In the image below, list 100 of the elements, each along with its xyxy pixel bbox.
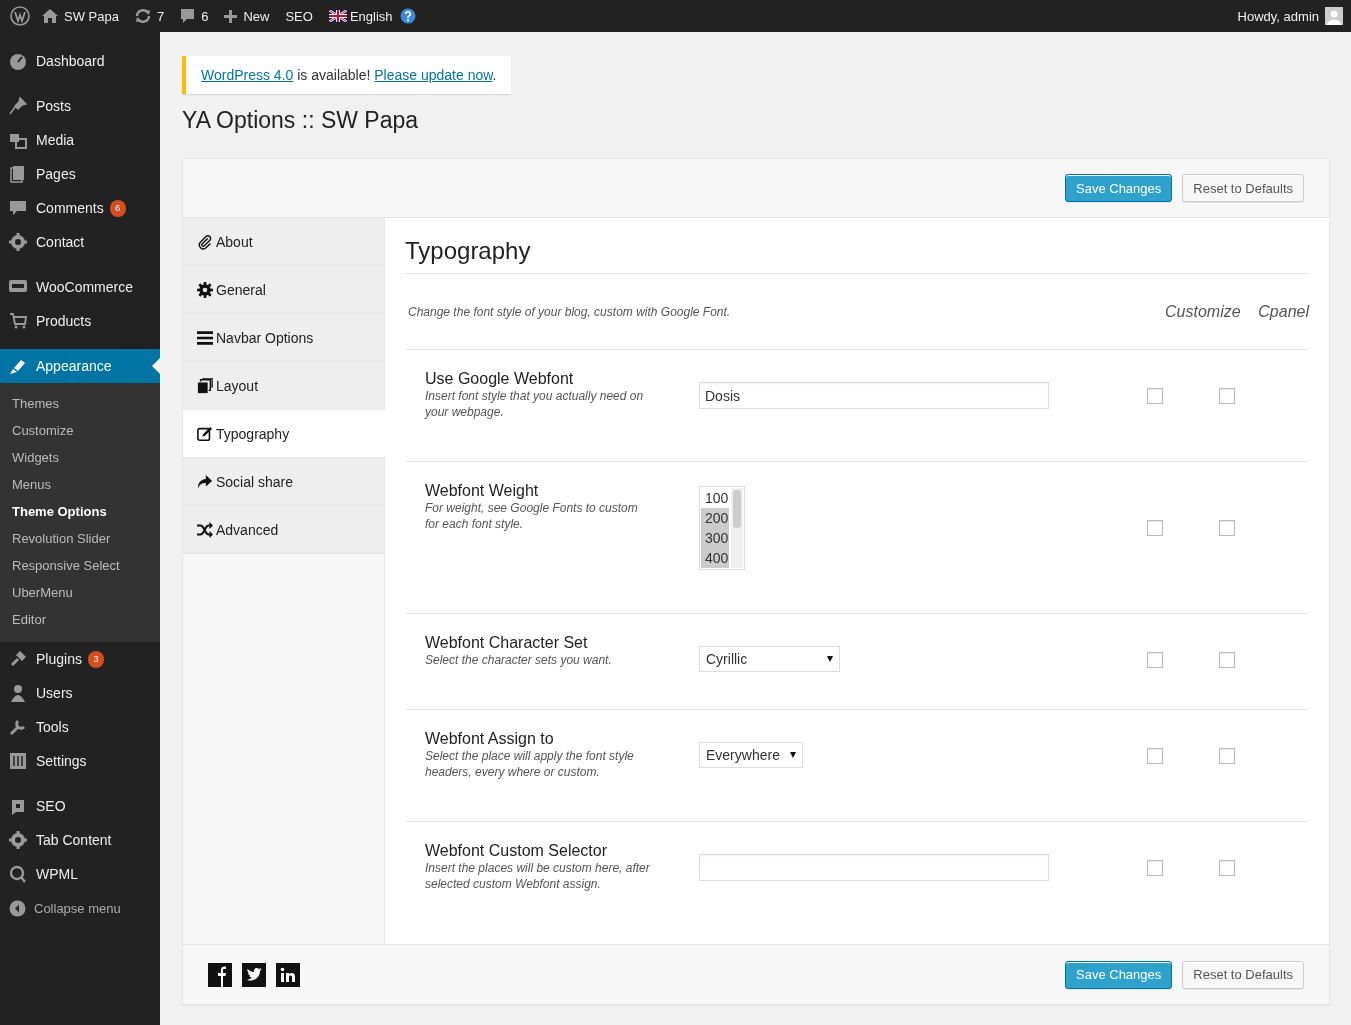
paintbrush-icon	[9, 357, 27, 375]
menu-item[interactable]: Tab Content	[0, 823, 160, 857]
tab[interactable]: Social share	[183, 458, 384, 506]
field-label: Webfont Weight	[425, 482, 540, 500]
menu-item[interactable]: Users	[0, 676, 160, 710]
collapse-menu-button[interactable]: Collapse menu	[0, 891, 160, 925]
submenu-item[interactable]: Editor	[0, 606, 160, 633]
tab[interactable]: Advanced	[183, 506, 384, 554]
new-content-link[interactable]: New	[216, 0, 278, 32]
account-menu[interactable]: Howdy, admin	[1229, 0, 1343, 32]
checkbox[interactable]	[1219, 652, 1235, 668]
sliders-icon	[9, 752, 27, 770]
pages-icon	[9, 165, 27, 183]
field-help: Select the character sets you want.	[425, 652, 613, 668]
tab[interactable]: About	[183, 218, 384, 266]
refresh-icon	[134, 8, 151, 24]
menu-item[interactable]: WooCommerce	[0, 270, 160, 304]
language-switcher[interactable]: English	[320, 0, 424, 32]
list-option[interactable]: 100	[701, 488, 729, 508]
field-label: Use Google Webfont	[425, 370, 575, 388]
submenu-item[interactable]: Themes	[0, 390, 160, 417]
site-name-link[interactable]: SW Papa	[34, 0, 127, 32]
person-icon	[9, 684, 27, 702]
checkbox[interactable]	[1219, 860, 1235, 876]
list-option[interactable]: 400	[701, 548, 729, 568]
checkbox[interactable]	[1147, 860, 1163, 876]
cart-icon	[9, 312, 27, 330]
checkbox[interactable]	[1147, 652, 1163, 668]
search-icon	[9, 865, 27, 883]
field-label: Webfont Character Set	[425, 634, 589, 652]
site-name: SW Papa	[64, 8, 119, 24]
menu-item[interactable]: Plugins 3	[0, 642, 160, 676]
new-label: New	[243, 8, 270, 24]
checkbox[interactable]	[1219, 748, 1235, 764]
submenu-item[interactable]: Customize	[0, 417, 160, 444]
menu-item[interactable]: Settings	[0, 744, 160, 778]
link[interactable]: Please update now	[374, 67, 493, 83]
menu-item[interactable]: Media	[0, 123, 160, 157]
checkbox[interactable]	[1147, 520, 1163, 536]
paperclip-icon	[197, 233, 213, 250]
dropdown[interactable]: Everywhere	[699, 742, 803, 768]
menu-item[interactable]: Pages	[0, 157, 160, 191]
menu-item[interactable]: Appearance	[0, 349, 160, 383]
tab[interactable]: Layout	[183, 362, 384, 410]
updates-link[interactable]: 7	[126, 0, 173, 32]
wordpress-logo-icon[interactable]	[10, 6, 30, 26]
menu-item[interactable]: Comments 6	[0, 191, 160, 225]
submenu-item[interactable]: Revolution Slider	[0, 525, 160, 552]
checkbox[interactable]	[1147, 388, 1163, 404]
text-field[interactable]: Dosis	[699, 382, 1049, 409]
section-description: Change the font style of your blog, custom with Google Font.	[408, 304, 732, 319]
help-icon[interactable]	[399, 8, 416, 24]
menu-item[interactable]: Dashboard	[0, 44, 160, 78]
multi-select-list[interactable]: 100 200 300 400	[699, 486, 745, 570]
reset-defaults-button[interactable]: Reset to Defaults	[1182, 960, 1304, 989]
speech-bubble-icon	[180, 8, 196, 24]
menu-item[interactable]: Contact	[0, 225, 160, 259]
dropdown[interactable]: Cyrillic	[699, 646, 840, 672]
field-help: For weight, see Google Fonts to custom for each font style.	[425, 500, 639, 532]
facebook-icon[interactable]	[208, 962, 232, 987]
tab[interactable]: Navbar Options	[183, 314, 384, 362]
submenu-item[interactable]: Theme Options	[0, 498, 160, 525]
menu-item[interactable]: Products	[0, 304, 160, 338]
edit-icon	[197, 425, 213, 442]
checkbox[interactable]	[1219, 520, 1235, 536]
linkedin-icon[interactable]	[276, 962, 300, 987]
stacked-squares-icon	[197, 377, 213, 394]
menu-item[interactable]: WPML	[0, 857, 160, 891]
gear-icon	[9, 831, 27, 849]
media-icon	[9, 131, 27, 149]
section-title: Typography	[405, 218, 1309, 274]
submenu-item[interactable]: Responsive Select	[0, 552, 160, 579]
seo-link[interactable]: SEO	[277, 0, 321, 32]
field-help: Select the place will apply the font style headers, every where or custom.	[425, 748, 635, 780]
list-option[interactable]: 200	[701, 508, 729, 528]
language-label: English	[349, 8, 393, 24]
update-notice: WordPress 4.0 is available! Please update now.	[182, 56, 511, 94]
twitter-icon[interactable]	[242, 962, 266, 987]
checkbox[interactable]	[1219, 388, 1235, 404]
column-header: Cpanel	[1257, 302, 1309, 321]
field-label: Webfont Assign to	[425, 730, 555, 748]
submenu-item[interactable]: Widgets	[0, 444, 160, 471]
checkbox[interactable]	[1147, 748, 1163, 764]
share-arrow-icon	[197, 473, 213, 490]
link[interactable]: WordPress 4.0	[201, 67, 294, 83]
greeting: Howdy, admin	[1237, 8, 1319, 24]
scrollbar-thumb[interactable]	[733, 490, 741, 528]
menu-item[interactable]: SEO	[0, 789, 160, 823]
field-label: Webfont Custom Selector	[425, 842, 608, 860]
menu-item[interactable]: Tools	[0, 710, 160, 744]
list-option[interactable]: 300	[701, 528, 729, 548]
home-icon	[42, 9, 58, 23]
reset-defaults-button[interactable]: Reset to Defaults	[1182, 174, 1304, 202]
tab[interactable]: Typography	[183, 410, 385, 458]
text-field[interactable]	[699, 854, 1049, 881]
menu-item[interactable]: Posts	[0, 89, 160, 123]
submenu-item[interactable]: UberMenu	[0, 579, 160, 606]
submenu-item[interactable]: Menus	[0, 471, 160, 498]
comments-link[interactable]: 6	[172, 0, 217, 32]
tab[interactable]: General	[183, 266, 384, 314]
